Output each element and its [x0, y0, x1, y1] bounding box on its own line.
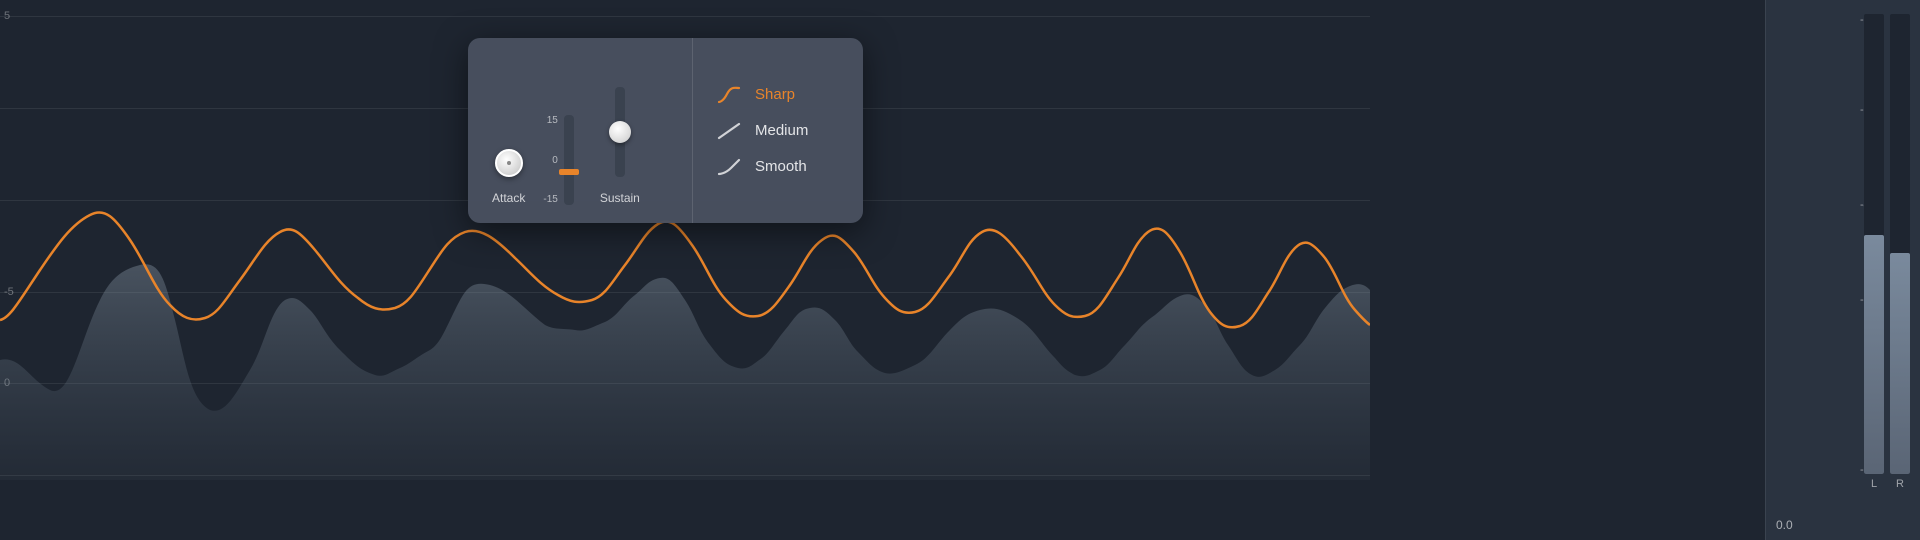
vu-fill-l — [1864, 235, 1884, 474]
sharp-label: Sharp — [755, 86, 795, 103]
attack-slider-track[interactable] — [564, 115, 574, 205]
option-smooth[interactable]: Smooth — [715, 156, 841, 178]
scale-slider-group: 15 0 -15 — [543, 115, 573, 205]
sustain-slider-container — [615, 87, 625, 177]
sustain-slider-thumb-wrapper — [609, 121, 631, 143]
medium-label: Medium — [755, 122, 808, 139]
attack-group: Attack — [492, 149, 525, 205]
vu-channel-r: R — [1890, 14, 1910, 490]
sustain-label: Sustain — [600, 191, 640, 205]
attack-slider-thumb — [559, 169, 579, 175]
attack-label: Attack — [492, 191, 525, 205]
sliders-section: Attack 15 0 -15 Sustain — [468, 38, 693, 223]
scale-top: 15 — [543, 115, 557, 126]
sharp-curve-icon — [715, 84, 743, 106]
sustain-slider-thumb — [609, 121, 631, 143]
option-sharp[interactable]: Sharp — [715, 84, 841, 106]
vu-bars: L R — [1864, 14, 1910, 504]
vu-bar-l — [1864, 14, 1884, 474]
attack-knob[interactable] — [495, 149, 523, 177]
scale-labels: 15 0 -15 — [543, 115, 557, 205]
medium-curve-icon — [715, 120, 743, 142]
options-section: Sharp Medium Smooth — [693, 38, 863, 223]
vu-label-l: L — [1871, 478, 1877, 490]
smooth-curve-icon — [715, 156, 743, 178]
vu-channel-l: L — [1864, 14, 1884, 490]
vu-panel: -20 -30 -40 -50 -Inf L R 0.0 — [1765, 0, 1920, 540]
vu-label-r: R — [1896, 478, 1904, 490]
smooth-label: Smooth — [755, 158, 807, 175]
scale-mid: 0 — [543, 155, 557, 166]
vu-bar-r — [1890, 14, 1910, 474]
vu-fill-r — [1890, 253, 1910, 474]
option-medium[interactable]: Medium — [715, 120, 841, 142]
sustain-slider-track[interactable] — [615, 87, 625, 177]
popup-panel: Attack 15 0 -15 Sustain — [468, 38, 863, 223]
vu-value: 0.0 — [1776, 518, 1793, 532]
scale-bot: -15 — [543, 194, 557, 205]
sustain-group: Sustain — [600, 87, 640, 205]
